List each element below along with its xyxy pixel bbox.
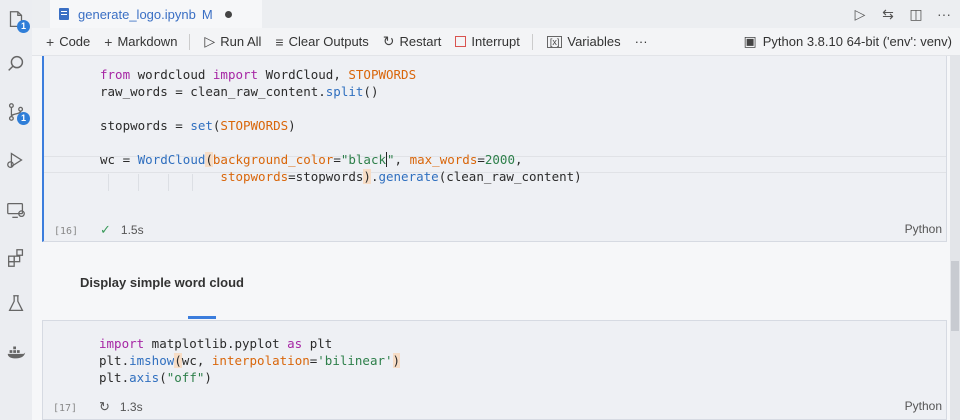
refresh-icon: ↻ [99,399,110,414]
scrollbar-thumb[interactable] [951,261,959,331]
cell-insert-indicator[interactable] [188,316,216,319]
markdown-heading: Display simple word cloud [80,275,244,290]
code-editor[interactable]: import matplotlib.pyplot as plt plt.imsh… [99,335,401,386]
cell-duration: 1.5s [120,223,144,237]
code-cell-17[interactable]: import matplotlib.pyplot as plt plt.imsh… [42,320,947,420]
toolbar-divider [531,33,533,50]
code-line: stopwords=stopwords).generate(clean_raw_… [220,169,582,184]
cell-language[interactable]: Python [905,222,942,236]
cell-language[interactable]: Python [905,399,942,413]
code-line: from wordcloud import WordCloud, STOPWOR… [100,67,417,82]
restart-label: Restart [399,34,442,49]
kernel-picker[interactable]: ▣ Python 3.8.10 64-bit ('env': venv) [744,33,952,50]
code-editor[interactable]: from wordcloud import WordCloud, STOPWOR… [100,66,582,185]
compare-changes-icon[interactable]: ⇆ [880,6,896,22]
notebook-toolbar: + Code + Markdown ▷ Run All ≡ Clear Outp… [32,28,960,56]
search-icon[interactable] [4,52,28,76]
kernel-icon: ▣ [743,33,757,49]
success-check-icon: ✓ [100,222,111,237]
run-all-icon: ▷ [204,33,216,49]
variables-label: Variables [567,34,621,49]
notebook-icon [59,8,69,20]
plus-icon: + [46,33,55,50]
editor-actions: ▷ ⇆ ◫ ··· [852,0,960,28]
remote-explorer-icon[interactable] [4,198,28,222]
run-icon[interactable]: ▷ [852,6,868,22]
plus-icon: + [104,33,113,50]
code-line: plt.imshow(wc, interpolation='bilinear') [99,353,401,368]
more-toolbar-button[interactable]: ··· [635,34,648,49]
vertical-scrollbar[interactable] [950,56,960,420]
clear-outputs-button[interactable]: ≡ Clear Outputs [275,34,368,50]
code-line: raw_words = clean_raw_content.split() [100,84,379,99]
source-control-badge: 1 [17,112,30,125]
tab-generate-logo[interactable]: generate_logo.ipynb M [50,0,262,28]
code-cell-16[interactable]: from wordcloud import WordCloud, STOPWOR… [42,56,947,242]
restart-icon: ↻ [382,33,395,49]
code-line: import matplotlib.pyplot as plt [99,336,333,351]
unsaved-dot-icon[interactable] [224,10,232,18]
run-debug-icon[interactable] [4,148,28,172]
code-line: stopwords = set(STOPWORDS) [100,118,296,133]
clear-outputs-label: Clear Outputs [288,34,369,49]
cell-status: ↻ 1.3s [99,399,143,415]
execution-count: [16] [54,226,79,237]
variables-icon: [x] [546,35,563,48]
testing-icon[interactable] [4,292,28,316]
explorer-badge: 1 [17,20,30,33]
kernel-label: Python 3.8.10 64-bit ('env': venv) [762,34,952,49]
extensions-icon[interactable] [4,246,28,270]
source-control-icon[interactable]: 1 [4,100,30,125]
stop-icon [455,36,467,47]
editor-tab-bar: generate_logo.ipynb M ▷ ⇆ ◫ ··· [32,0,960,28]
more-label: ··· [634,34,648,49]
split-editor-icon[interactable]: ◫ [908,6,924,22]
interrupt-label: Interrupt [471,34,520,49]
code-line: wc = WordCloud(background_color="black",… [100,152,523,167]
more-actions-icon[interactable]: ··· [936,6,952,22]
add-markdown-label: Markdown [117,34,178,49]
explorer-icon[interactable]: 1 [4,8,30,33]
cell-duration: 1.3s [119,400,143,414]
add-code-label: Code [59,34,91,49]
docker-icon[interactable] [4,340,28,364]
cell-status: ✓ 1.5s [100,222,144,238]
activity-bar: 1 1 [0,0,32,420]
clear-all-icon: ≡ [275,33,284,50]
interrupt-button[interactable]: Interrupt [455,34,520,49]
code-line: plt.axis("off") [99,370,212,385]
execution-count: [17] [53,403,78,414]
run-all-button[interactable]: ▷ Run All [204,33,261,50]
toolbar-divider [189,33,191,50]
add-markdown-button[interactable]: + Markdown [104,34,177,50]
run-all-label: Run All [220,34,262,49]
variables-button[interactable]: [x] Variables [546,34,621,49]
modified-indicator: M [201,6,213,22]
restart-button[interactable]: ↻ Restart [383,33,442,50]
tab-filename: generate_logo.ipynb [78,6,196,22]
add-code-button[interactable]: + Code [46,34,90,50]
